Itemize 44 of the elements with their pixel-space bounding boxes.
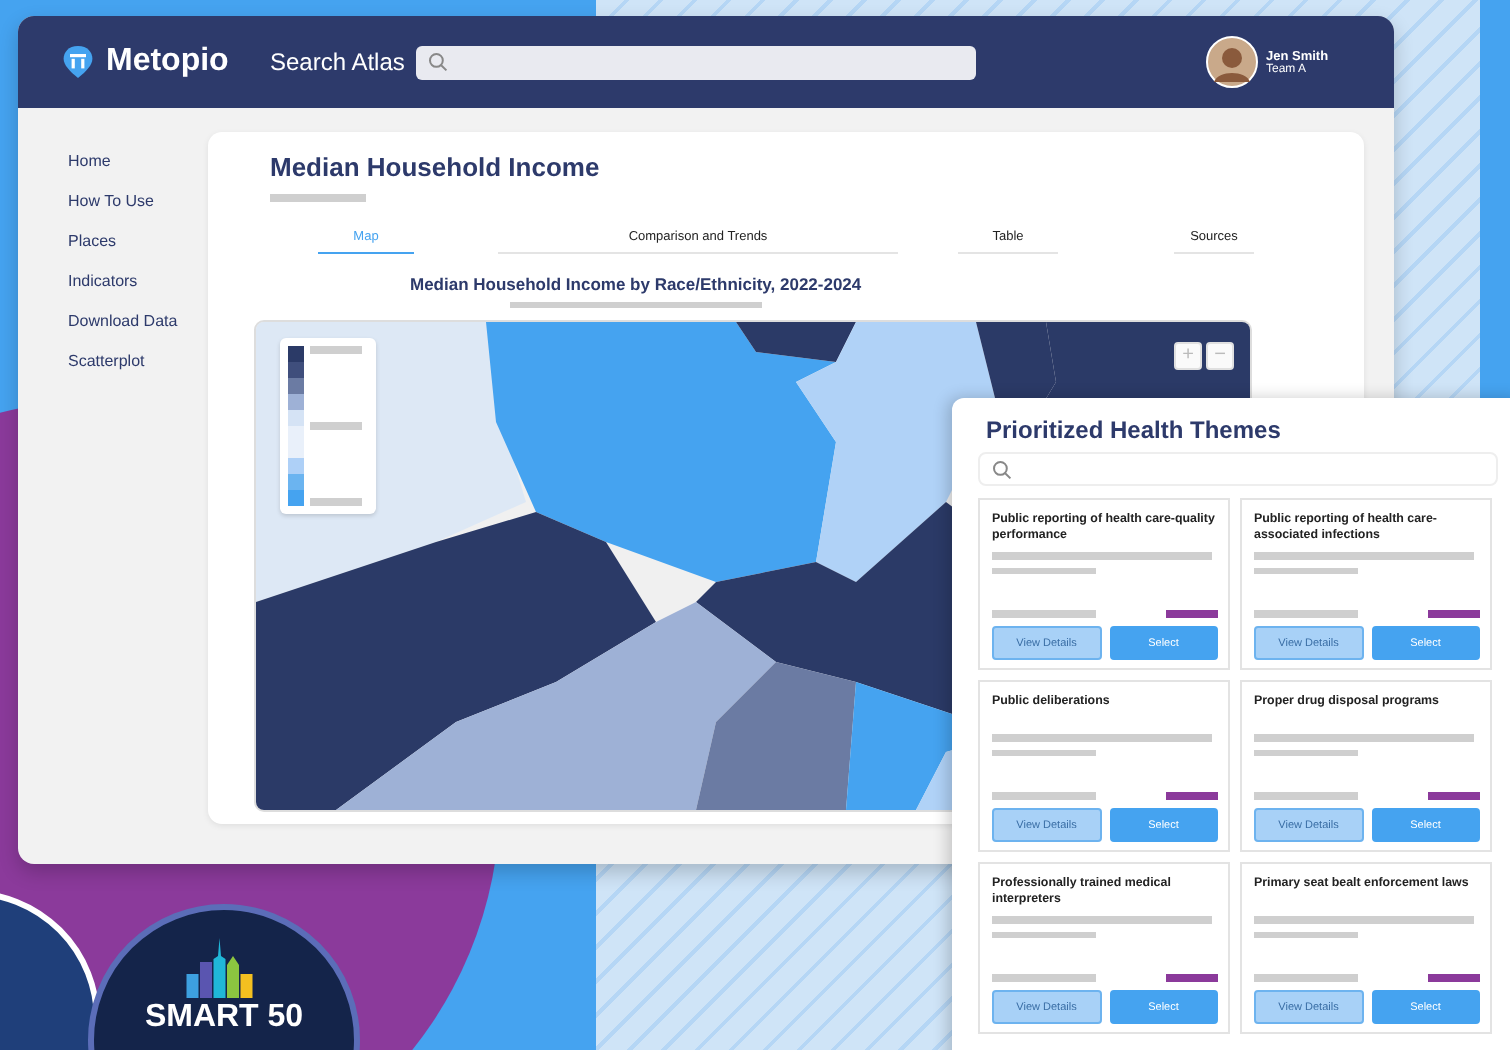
map-title: Median Household Income by Race/Ethnicity, 2022-2024 <box>410 274 864 294</box>
text-placeholder-bar <box>1254 749 1358 756</box>
text-placeholder-bar <box>1254 974 1358 982</box>
tag-bar <box>1166 610 1218 618</box>
text-placeholder-bar <box>992 792 1096 800</box>
map-region[interactable] <box>256 512 656 810</box>
tag-bar <box>1166 974 1218 982</box>
text-placeholder-bar <box>992 567 1096 574</box>
text-placeholder-bar <box>1254 610 1358 618</box>
text-placeholder-bar <box>992 931 1096 938</box>
sidebar-item[interactable]: Scatterplot <box>68 352 208 370</box>
text-placeholder-bar <box>1254 931 1358 938</box>
sidebar-item[interactable]: Download Data <box>68 312 208 330</box>
map-region[interactable] <box>336 602 776 810</box>
tag-bar <box>1166 792 1218 800</box>
zoom-button[interactable]: + <box>1174 342 1202 370</box>
panel-title: Prioritized Health Themes <box>986 416 1283 444</box>
logo-icon <box>62 44 94 80</box>
search-icon <box>428 52 449 72</box>
map-region[interactable] <box>736 322 856 362</box>
text-placeholder-bar <box>1254 792 1358 800</box>
text-placeholder-bar <box>992 974 1096 982</box>
text-placeholder-bar <box>992 749 1096 756</box>
badge-text: SMART 50 <box>144 1000 304 1036</box>
page-title: Median Household Income <box>270 152 602 182</box>
map-region[interactable] <box>486 322 836 582</box>
search-field[interactable] <box>978 452 1498 486</box>
tag-bar <box>1428 792 1480 800</box>
search-field[interactable] <box>416 45 977 79</box>
map-region[interactable] <box>696 662 856 810</box>
zoom-button[interactable]: − <box>1206 342 1234 370</box>
avatar[interactable] <box>1206 36 1258 88</box>
text-placeholder-bar <box>1254 567 1358 574</box>
search-icon <box>992 459 1012 479</box>
search-label: Search Atlas <box>270 48 405 76</box>
text-placeholder-bar <box>270 194 366 202</box>
brand-name: Metopio <box>106 44 229 80</box>
tag-bar <box>1428 974 1480 982</box>
sidebar-item[interactable]: Indicators <box>68 272 208 290</box>
sidebar-item[interactable]: How To Use <box>68 192 208 210</box>
sidebar-item[interactable]: Home <box>68 152 208 170</box>
text-placeholder-bar <box>992 610 1096 618</box>
sidebar-item[interactable]: Places <box>68 232 208 250</box>
tag-bar <box>1428 610 1480 618</box>
